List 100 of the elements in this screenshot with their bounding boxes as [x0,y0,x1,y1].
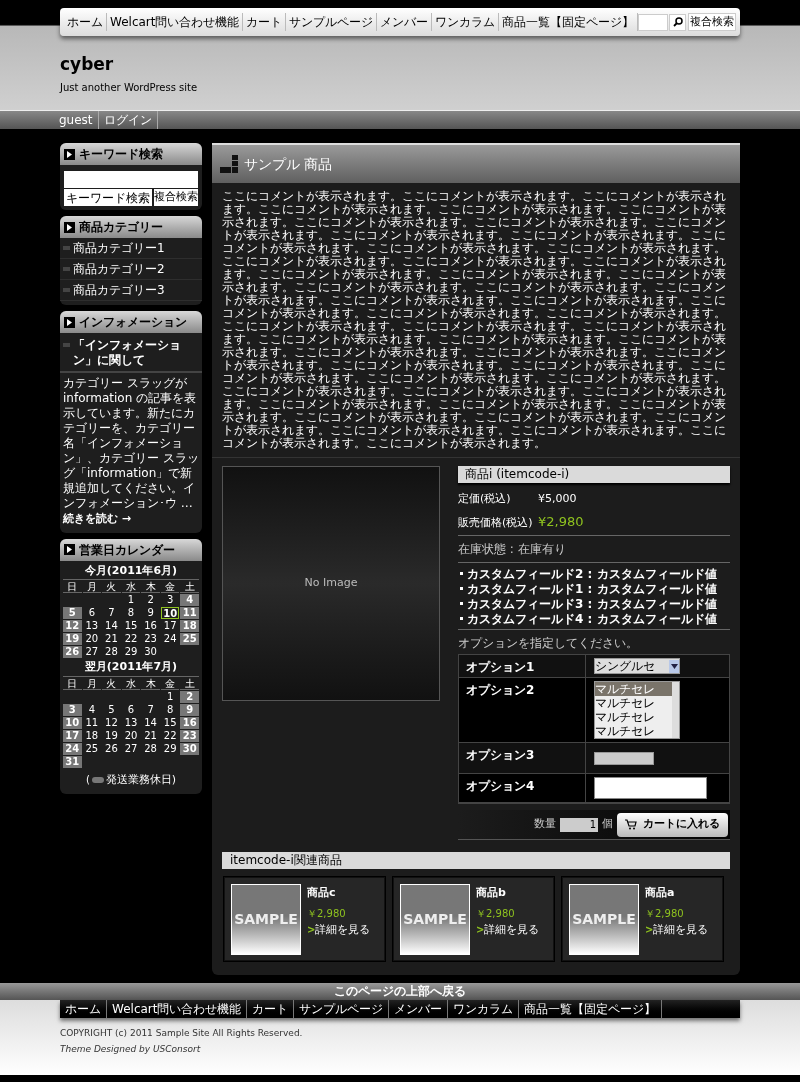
details-link[interactable]: 詳細を見る [653,921,709,938]
footer-nav-link[interactable]: カート [247,1000,295,1018]
weekday-label: 金 [160,580,180,593]
footer-nav-link[interactable]: メンバー [389,1000,449,1018]
quantity-field[interactable]: 1 [560,817,598,832]
arrow-marker: > [307,923,316,938]
weekday-label: 水 [121,580,141,593]
calendar-day: 3 [160,594,180,606]
product-description: ここにコメントが表示されます。ここにコメントが表示されます。ここにコメントが表示されます。ここにコメントが表示されます。ここにコメントが表示されます。ここにコメントが表示されます。ここにコメントが表示されます。ここにコメントが表示されます。ここにコメントが表示されます。ここにコメントが表示されます。ここにコメントが表示されます。ここにコメントが表示されます。ここにコメントが表示されます。ここにコメントが表示されます。ここにコメントが表示されます。ここにコメントが表示されます。ここにコメントが表示されます。ここにコメントが表示されます。ここにコメントが表示されます。ここにコメントが表示されます。ここにコメントが表示されます。ここにコメントが表示されます。ここにコメントが表示されます。ここにコメントが表示されます。ここにコメントが表示されます。ここにコメントが表示されます。ここにコメントが表示されます。ここにコメントが表示されます。ここにコメントが表示されます。ここにコメントが表示されます。ここにコメントが表示されます。ここにコメントが表示されます。ここにコメントが表示されます。ここにコメントが表示されます。ここにコメントが表示されます。ここにコメントが表示されます。ここにコメントが表示されます。ここにコメントが表示されます。ここにコメントが表示されます。ここにコメントが表示されます。ここにコメントが表示されます。ここにコメントが表示されます。ここにコメントが表示されます。ここにコメントが表示されます。ここにコメントが表示されます。ここにコメントが表示されます。ここにコメントが表示されます。ここにコメントが表示されます。ここにコメントが表示されます。ここにコメントが表示されます。ここにコメントが表示されます。ここにコメントが表示されます。ここにコメントが表示されます。ここにコメントが表示されます。ここにコメントが表示されます。 [212,183,740,458]
post-title[interactable]: 「インフォメーション」に関して [73,338,199,368]
calendar-day: 8 [160,703,180,716]
calendar-day: 3 [63,703,82,716]
site-title[interactable]: cyber [60,56,800,73]
footer-nav-link[interactable]: サンプルページ [294,1000,390,1018]
option-select[interactable]: シングルセ [594,658,680,674]
sale-price: ¥2,980 [538,512,584,531]
related-name[interactable]: 商品c [307,885,371,902]
product-name-bar: 商品i (itemcode-i) [458,466,730,483]
related-name[interactable]: 商品a [645,885,709,902]
user-link[interactable]: ログイン [98,111,158,129]
calendar-day: 24 [160,633,180,645]
theme-credit: Theme Designed by USConsort [60,1042,202,1056]
option-label: オプション1 [459,655,586,677]
sale-price-label: 販売価格(税込) [458,514,534,531]
related-price: ￥2,980 [307,906,347,921]
list-option[interactable]: マルチセレ [595,682,672,696]
arrow-marker: > [645,923,654,938]
footer-nav-link[interactable]: 商品一覧【固定ページ】 [519,1000,663,1018]
nav-link[interactable]: Welcart問い合わせ機能 [107,13,244,31]
calendar-day: 30 [180,742,199,755]
calendar-day: 20 [121,729,141,742]
calendar-day: 27 [82,646,102,658]
search-button[interactable]: 複合検索 [154,189,198,206]
category-link[interactable]: 商品カテゴリー3 [73,281,165,299]
nav-link[interactable]: ワンカラム [432,13,500,31]
search-button[interactable]: キーワード検索 [64,189,152,206]
calendar-day: 6 [82,607,102,619]
calendar-day: 16 [180,716,199,729]
widget-title: インフォメーション [79,314,187,331]
calendar-day: 4 [82,703,102,716]
list-price: ¥5,000 [538,491,577,507]
calendar-day: 11 [82,716,102,729]
calendar-day: 11 [180,607,199,619]
calendar-day: 26 [102,742,121,755]
calendar-day: 2 [180,690,199,703]
option-label: オプション3 [459,743,586,773]
nav-link[interactable]: ホーム [64,13,107,31]
calendar-caption: 今月(2011年6月) [83,562,179,579]
calendar-day: 8 [121,607,141,619]
read-more-link[interactable]: 続きを読む → [60,511,202,528]
related-heading: itemcode-i関連商品 [222,852,730,869]
calendar-day: 6 [121,703,141,716]
details-link[interactable]: 詳細を見る [484,921,540,938]
calendar-day: 7 [102,607,121,619]
calendar-day: 4 [180,594,199,606]
page-title: サンプル 商品 [244,154,333,174]
calendar-day: 9 [141,607,160,619]
related-price: ￥2,980 [645,906,685,921]
list-option[interactable]: マルチセレ [595,724,672,738]
options-prompt: オプションを指定してください。 [458,635,639,652]
calendar-day: 5 [63,607,82,619]
calendar-day: 28 [141,742,160,755]
weekday-label: 日 [63,580,82,593]
add-to-cart-button[interactable]: カートに入れる [617,812,728,837]
calendar-day: 13 [121,716,141,729]
calendar-day: 1 [160,690,180,703]
calendar-day: 14 [141,716,160,729]
weekday-label: 火 [102,676,121,690]
related-name[interactable]: 商品b [476,885,540,902]
list-option[interactable]: マルチセレ [595,710,672,724]
unit-label: 個 [602,816,613,833]
advanced-search-button[interactable]: 複合検索 [688,13,736,31]
footer-nav-link[interactable]: ホーム [60,1000,107,1018]
calendar-day: 29 [160,742,180,755]
calendar-day: 23 [141,633,160,645]
legend-paren: ( [85,773,90,788]
stock-status: 在庫状態 : 在庫有り [458,536,730,563]
calendar-day: 25 [82,742,102,755]
footer-nav-link[interactable]: ワンカラム [448,1000,520,1018]
nav-link[interactable]: サンプルページ [286,13,378,31]
calendar-day: 15 [121,620,141,632]
user-link[interactable]: guest [54,111,99,129]
footer-nav-link[interactable]: Welcart問い合わせ機能 [107,1000,248,1018]
weekday-label: 土 [180,676,199,690]
nav-link[interactable]: メンバー [377,13,433,31]
post-excerpt: カテゴリー スラッグが information の記事を表示しています。新たにカテゴリーを、カテゴリー名「インフォメーション」、カテゴリー スラッグ「information」で新規追加してください。インフォメーション･ウ … [62,375,200,511]
weekday-label: 月 [82,580,102,593]
calendar-day: 15 [160,716,180,729]
nav-link[interactable]: カート [243,13,287,31]
category-link[interactable]: 商品カテゴリー2 [73,260,165,278]
option-listbox[interactable]: マルチセレ マルチセレ マルチセレ マルチセレ [594,681,680,739]
details-link[interactable]: 詳細を見る [315,921,371,938]
category-link[interactable]: 商品カテゴリー1 [73,239,165,257]
quantity-label: 数量 [534,816,556,833]
arrow-marker: > [476,923,485,938]
weekday-label: 金 [160,676,180,690]
back-to-top-link[interactable]: このページの上部へ戻る [0,983,800,1000]
calendar-day: 14 [102,620,121,632]
list-option[interactable]: マルチセレ [595,696,672,710]
calendar-day: 12 [102,716,121,729]
